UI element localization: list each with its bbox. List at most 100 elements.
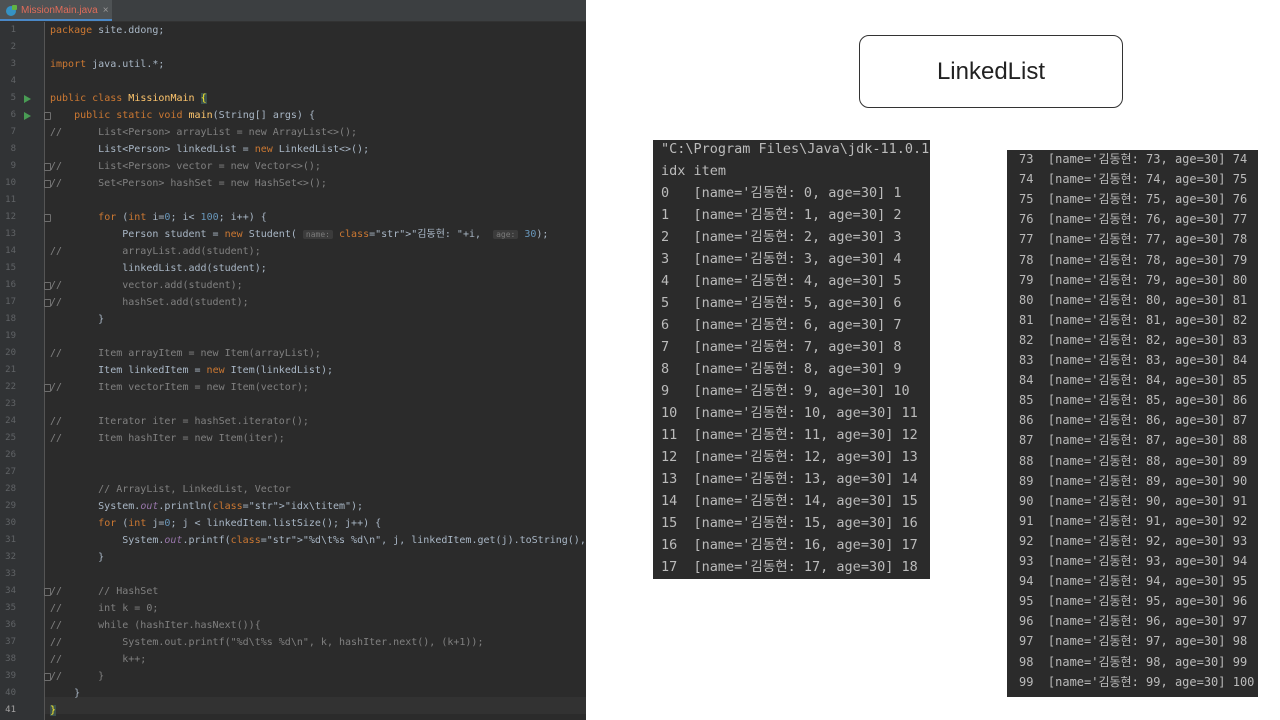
code-line[interactable]: 17// hashSet.add(student); <box>0 294 586 311</box>
run-gutter-icon[interactable] <box>24 95 31 103</box>
code-line[interactable]: 31 System.out.printf(class="str">"%d\t%s… <box>0 532 586 549</box>
code-text: List<Person> linkedList = new LinkedList… <box>50 144 370 155</box>
code-line[interactable]: 6 public static void main(String[] args)… <box>0 107 586 124</box>
code-line[interactable]: 22// Item vectorItem = new Item(vector); <box>0 379 586 396</box>
code-line[interactable]: 15 linkedList.add(student); <box>0 260 586 277</box>
code-line[interactable]: 20// Item arrayItem = new Item(arrayList… <box>0 345 586 362</box>
console-line: 84 [name='김동현: 84, age=30] 85 <box>1019 373 1248 388</box>
console-line: 8 [name='김동현: 8, age=30] 9 <box>661 361 902 377</box>
code-text: import java.util.*; <box>50 59 165 70</box>
console-line: 87 [name='김동현: 87, age=30] 88 <box>1019 433 1248 448</box>
code-line[interactable]: 24// Iterator iter = hashSet.iterator(); <box>0 413 586 430</box>
editor-tab-missionmain[interactable]: MissionMain.java × <box>0 0 112 21</box>
console-line: 12 [name='김동현: 12, age=30] 13 <box>661 449 918 465</box>
console-line: 98 [name='김동현: 98, age=30] 99 <box>1019 654 1248 669</box>
console-line: 5 [name='김동현: 5, age=30] 6 <box>661 295 902 311</box>
console-line: 79 [name='김동현: 79, age=30] 80 <box>1019 272 1248 287</box>
line-number: 27 <box>5 467 16 477</box>
line-number: 23 <box>5 399 16 409</box>
code-line[interactable]: 8 List<Person> linkedList = new LinkedLi… <box>0 141 586 158</box>
line-number: 19 <box>5 331 16 341</box>
code-line[interactable]: 35// int k = 0; <box>0 600 586 617</box>
console-line: 83 [name='김동현: 83, age=30] 84 <box>1019 353 1248 367</box>
console-line: 7 [name='김동현: 7, age=30] 8 <box>661 339 902 355</box>
console-line: 76 [name='김동현: 76, age=30] 77 <box>1019 212 1248 227</box>
code-line[interactable]: 12 for (int i=0; i< 100; i++) { <box>0 209 586 226</box>
console-line: 3 [name='김동현: 3, age=30] 4 <box>661 251 902 267</box>
console-line: 91 [name='김동현: 91, age=30] 92 <box>1019 513 1248 528</box>
code-line[interactable]: 26 <box>0 447 586 464</box>
code-line[interactable]: 23 <box>0 396 586 413</box>
line-number: 15 <box>5 263 16 273</box>
line-number: 1 <box>10 25 16 35</box>
code-line[interactable]: 2 <box>0 39 586 56</box>
code-text: Item arrayItem = new Item(arrayList); <box>50 348 321 359</box>
line-number: 40 <box>5 688 16 698</box>
code-line[interactable]: 36// while (hashIter.hasNext()){ <box>0 617 586 634</box>
code-line[interactable]: 18 } <box>0 311 586 328</box>
code-line[interactable]: 9// List<Person> vector = new Vector<>()… <box>0 158 586 175</box>
console-line: idx item <box>661 163 727 179</box>
line-number: 16 <box>5 280 16 290</box>
console-line: 85 [name='김동현: 85, age=30] 86 <box>1019 393 1248 408</box>
code-line[interactable]: 21 Item linkedItem = new Item(linkedList… <box>0 362 586 379</box>
code-line[interactable]: 34// // HashSet <box>0 583 586 600</box>
code-line[interactable]: 13 Person student = new Student( name: c… <box>0 226 586 243</box>
code-line[interactable]: 3 import java.util.*; <box>0 56 586 73</box>
code-text: } <box>50 705 57 716</box>
code-line[interactable]: 4 <box>0 73 586 90</box>
console-line: 4 [name='김동현: 4, age=30] 5 <box>661 273 902 289</box>
code-line[interactable]: 30 for (int j=0; j < linkedItem.listSize… <box>0 515 586 532</box>
code-line[interactable]: 25// Item hashIter = new Item(iter); <box>0 430 586 447</box>
code-line[interactable]: 38// k++; <box>0 651 586 668</box>
console-line: 88 [name='김동현: 88, age=30] 89 <box>1019 453 1248 468</box>
code-line[interactable]: 33 <box>0 566 586 583</box>
code-line[interactable]: 41} <box>0 702 586 719</box>
slide-title: LinkedList <box>936 57 1046 85</box>
code-line[interactable]: 32 } <box>0 549 586 566</box>
code-editor: MissionMain.java × 1 package site.ddong; 2… <box>0 0 586 720</box>
console-line: 80 [name='김동현: 80, age=30] 81 <box>1019 292 1248 307</box>
line-number: 12 <box>5 212 16 222</box>
code-line[interactable]: 16// vector.add(student); <box>0 277 586 294</box>
line-number: 18 <box>5 314 16 324</box>
code-text: k++; <box>50 654 147 665</box>
code-text: } <box>50 688 81 699</box>
console-line: 99 [name='김동현: 99, age=30] 100 <box>1019 674 1255 689</box>
line-number: 4 <box>10 76 16 86</box>
run-gutter-icon[interactable] <box>24 112 31 120</box>
line-number: 10 <box>5 178 16 188</box>
console-output-start: "C:\Program Files\Java\jdk-11.0.14 idx it… <box>653 140 930 579</box>
code-line[interactable]: 5 public class MissionMain { <box>0 90 586 107</box>
code-line[interactable]: 39// } <box>0 668 586 685</box>
code-line[interactable]: 11 <box>0 192 586 209</box>
code-line[interactable]: 29 System.out.println(class="str">"idx\t… <box>0 498 586 515</box>
code-text: // ArrayList, LinkedList, Vector <box>50 484 291 495</box>
code-text: package site.ddong; <box>50 25 165 36</box>
console-line: 81 [name='김동현: 81, age=30] 82 <box>1019 312 1248 327</box>
line-number: 8 <box>10 144 16 154</box>
code-line[interactable]: 10// Set<Person> hashSet = new HashSet<>… <box>0 175 586 192</box>
code-line[interactable]: 40 } <box>0 685 586 702</box>
code-line[interactable]: 37// System.out.printf("%d\t%s %d\n", k,… <box>0 634 586 651</box>
code-text: Person student = new Student( name: clas… <box>50 229 549 240</box>
line-number: 9 <box>10 161 16 171</box>
console-line: 90 [name='김동현: 90, age=30] 91 <box>1019 493 1248 508</box>
code-line[interactable]: 7// List<Person> arrayList = new ArrayLi… <box>0 124 586 141</box>
console-line: 17 [name='김동현: 17, age=30] 18 <box>661 559 918 575</box>
console-line: 15 [name='김동현: 15, age=30] 16 <box>661 515 918 531</box>
line-number: 41 <box>5 705 16 715</box>
close-icon[interactable]: × <box>103 5 109 16</box>
console-line: 10 [name='김동현: 10, age=30] 11 <box>661 405 918 421</box>
line-number: 13 <box>5 229 16 239</box>
code-line[interactable]: 19 <box>0 328 586 345</box>
code-line[interactable]: 27 <box>0 464 586 481</box>
code-line[interactable]: 14// arrayList.add(student); <box>0 243 586 260</box>
console-line: 96 [name='김동현: 96, age=30] 97 <box>1019 614 1248 629</box>
line-number: 32 <box>5 552 16 562</box>
line-number: 17 <box>5 297 16 307</box>
code-text: // HashSet <box>50 586 159 597</box>
code-line[interactable]: 1 package site.ddong; <box>0 22 586 39</box>
console-line: 92 [name='김동현: 92, age=30] 93 <box>1019 533 1248 548</box>
code-line[interactable]: 28 // ArrayList, LinkedList, Vector <box>0 481 586 498</box>
